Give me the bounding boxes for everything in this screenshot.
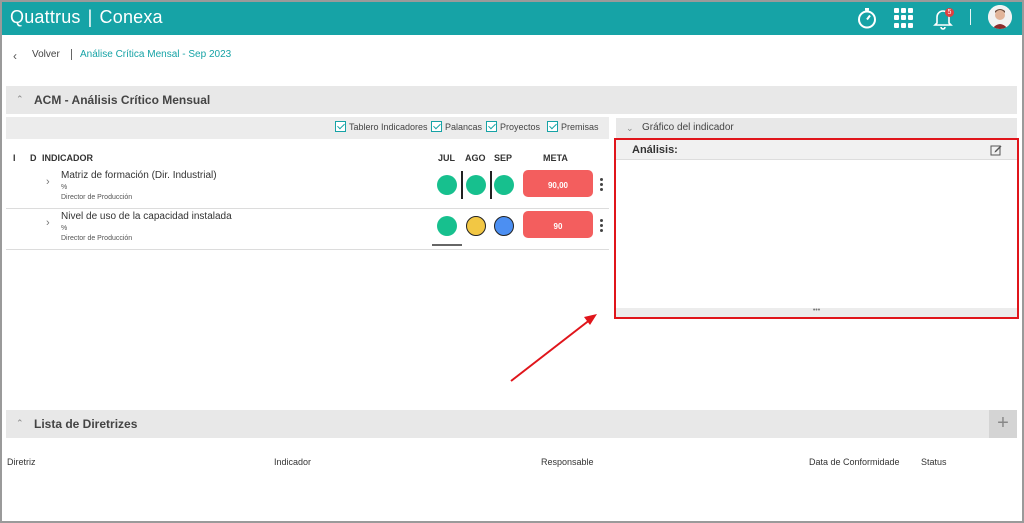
col-header-diretriz[interactable]: Diretriz xyxy=(7,457,36,467)
col-header-data-conformidade[interactable]: Data de Conformidade xyxy=(809,457,900,467)
lista-section-title: Lista de Diretrizes xyxy=(34,417,138,431)
col-header-responsable[interactable]: Responsable xyxy=(541,457,594,467)
col-header-indicador[interactable]: Indicador xyxy=(274,457,311,467)
lista-section-header[interactable]: ⌃ Lista de Diretrizes + xyxy=(6,410,1017,438)
collapse-chevron-icon[interactable]: ⌃ xyxy=(16,418,24,429)
add-button[interactable]: + xyxy=(989,410,1017,438)
annotation-arrow xyxy=(510,314,597,382)
col-header-status[interactable]: Status xyxy=(921,457,947,467)
